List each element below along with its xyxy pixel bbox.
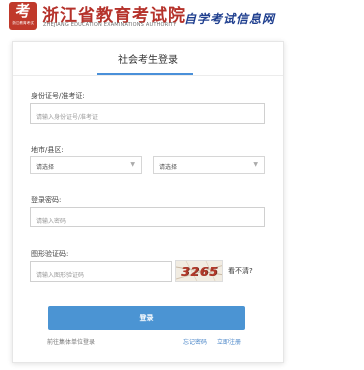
captcha-image[interactable]: 3265 [175, 260, 223, 282]
login-title: 社会考生登录 [118, 55, 178, 66]
id-field-wrapper [30, 103, 265, 127]
district-select[interactable]: 请选择 ▼ [153, 156, 265, 174]
district-select-value: 请选择 [159, 164, 178, 171]
site-slogan: 自学考试信息网 [184, 12, 276, 26]
chevron-down-icon: ▼ [253, 161, 258, 168]
city-select[interactable]: 请选择 ▼ [30, 156, 142, 174]
password-label: 登录密码: [31, 196, 62, 204]
logo-icon: 考 浙江教育考试 [9, 2, 37, 30]
login-panel: 社会考生登录 身份证号/准考证: 地市/县区: 请选择 ▼ 请选择 ▼ 登录密码… [12, 41, 284, 363]
logo-badge-text: 浙江教育考试 [12, 20, 34, 25]
password-input[interactable] [31, 212, 264, 231]
password-field-wrapper [30, 207, 265, 231]
captcha-refresh-link[interactable]: 看不清? [228, 266, 253, 276]
group-login-link[interactable]: 前往集体单位登录 [47, 337, 95, 346]
captcha-field-wrapper [30, 261, 172, 285]
site-subtitle: ZHEJIANG EDUCATION EXAMINATIONS AUTHORIT… [43, 22, 177, 28]
login-button[interactable]: 登录 [48, 306, 245, 330]
title-divider [13, 75, 283, 76]
region-label: 地市/县区: [31, 146, 64, 154]
id-input[interactable] [31, 108, 264, 127]
chevron-down-icon: ▼ [130, 161, 135, 168]
captcha-input[interactable] [31, 266, 171, 285]
site-header: 考 浙江教育考试 浙江省教育考试院 ZHEJIANG EDUCATION EXA… [0, 0, 364, 32]
register-link[interactable]: 立即注册 [217, 337, 241, 346]
id-label: 身份证号/准考证: [31, 92, 85, 100]
city-select-value: 请选择 [36, 164, 55, 171]
forgot-password-link[interactable]: 忘记密码 [183, 337, 207, 346]
captcha-label: 图形验证码: [31, 250, 69, 258]
captcha-code: 3265 [181, 265, 219, 279]
logo-glyph: 考 [15, 2, 31, 20]
